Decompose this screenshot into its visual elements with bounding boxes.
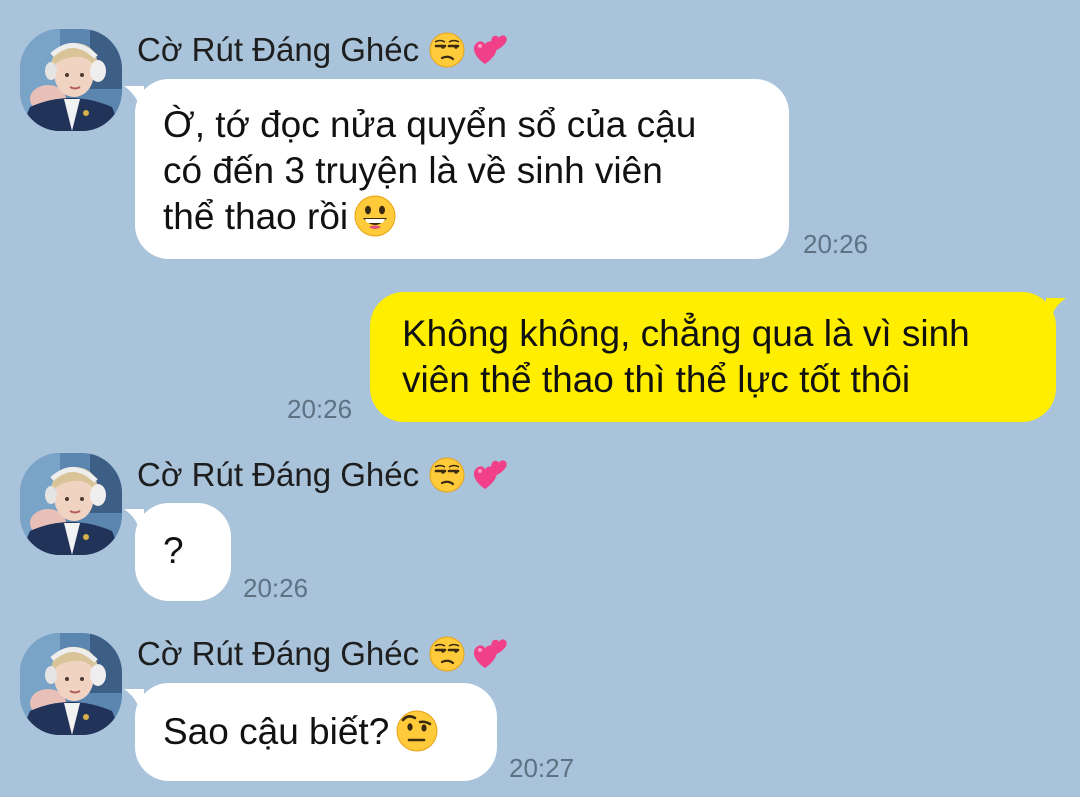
contact-avatar[interactable] xyxy=(20,633,122,735)
message-timestamp: 20:26 xyxy=(803,229,869,259)
grinning-face-icon xyxy=(354,195,396,237)
message-bubble-outgoing[interactable]: Không không, chẳng qua là vì sinh viên t… xyxy=(370,292,1056,422)
message-timestamp: 20:26 xyxy=(287,394,353,424)
face-with-raised-eyebrow-icon xyxy=(395,709,439,752)
contact-avatar[interactable] xyxy=(20,29,122,131)
message-line-text: Sao cậu biết? xyxy=(163,711,390,752)
two-hearts-icon xyxy=(474,639,507,668)
bubble-tail xyxy=(1046,298,1066,322)
message-line-text: thể thao rồi xyxy=(163,196,349,237)
message-bubble-incoming[interactable]: Sao cậu biết? xyxy=(135,683,497,781)
unamused-face-icon xyxy=(429,636,466,672)
message-timestamp: 20:26 xyxy=(243,573,309,603)
sender-name: Cờ Rút Đáng Ghéc xyxy=(137,455,511,495)
message-line: Sao cậu biết? xyxy=(163,708,469,755)
message-line: thể thao rồi xyxy=(163,194,761,240)
contact-avatar[interactable] xyxy=(20,453,122,555)
sender-name: Cờ Rút Đáng Ghéc xyxy=(137,634,511,674)
unamused-face-icon xyxy=(429,457,466,493)
message-bubble-incoming[interactable]: ? xyxy=(135,503,231,601)
sender-name-text: Cờ Rút Đáng Ghéc xyxy=(137,635,420,672)
two-hearts-icon xyxy=(474,35,507,64)
two-hearts-icon xyxy=(474,460,507,489)
sender-name-text: Cờ Rút Đáng Ghéc xyxy=(137,456,420,493)
message-bubble-incoming[interactable]: Ờ, tớ đọc nửa quyển sổ của cậu có đến 3 … xyxy=(135,79,789,259)
message-line: Không không, chẳng qua là vì sinh xyxy=(402,313,970,354)
message-timestamp: 20:27 xyxy=(509,753,575,783)
message-line: có đến 3 truyện là về sinh viên xyxy=(163,150,663,191)
sender-name-text: Cờ Rút Đáng Ghéc xyxy=(137,31,420,68)
message-line: viên thể thao thì thể lực tốt thôi xyxy=(402,359,911,400)
sender-name: Cờ Rút Đáng Ghéc xyxy=(137,30,511,70)
message-line: Ờ, tớ đọc nửa quyển sổ của cậu xyxy=(163,104,697,145)
message-line: ? xyxy=(163,530,184,571)
unamused-face-icon xyxy=(429,32,466,68)
